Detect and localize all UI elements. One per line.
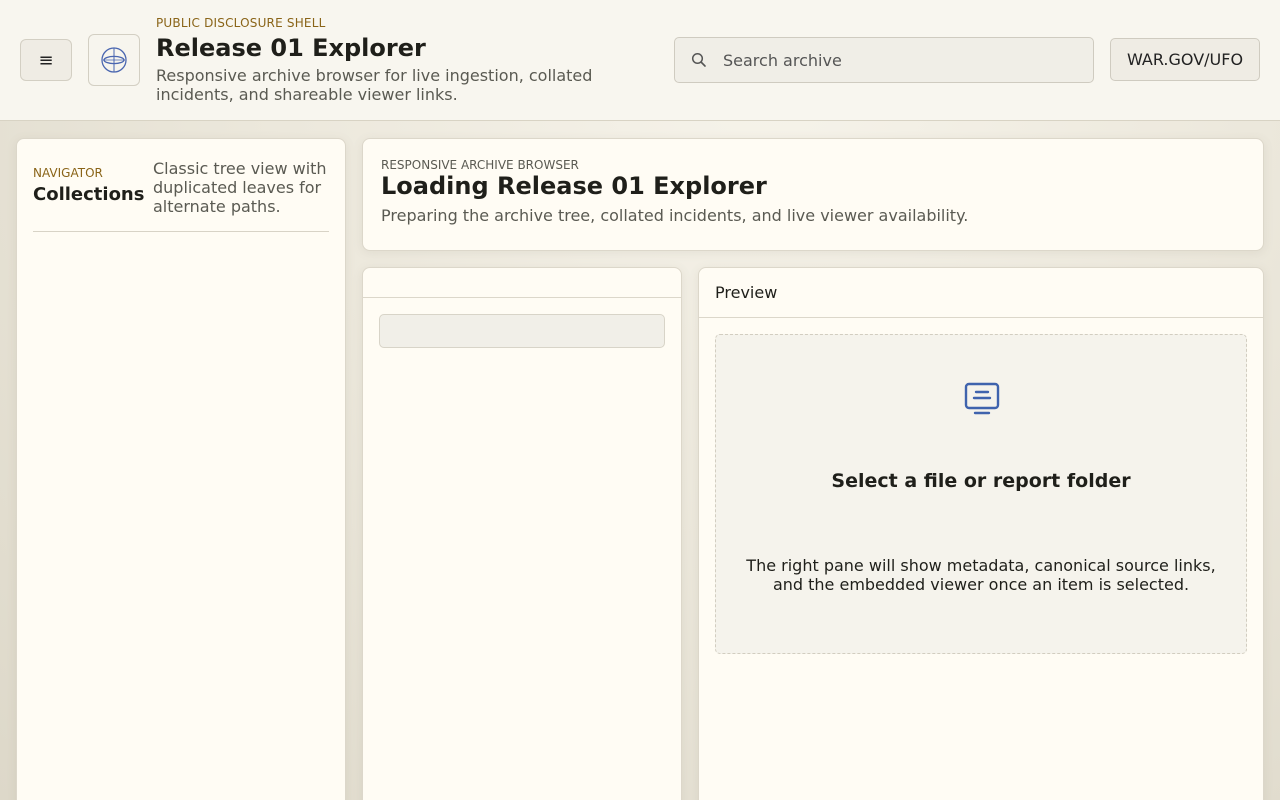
app-subtitle: Responsive archive browser for live inge…: [156, 66, 593, 104]
war-gov-ufo-link-button[interactable]: WAR.GOV/UFO: [1110, 38, 1260, 81]
item-list-panel: [362, 267, 682, 800]
app-title: Release 01 Explorer: [156, 34, 426, 62]
navigator-panel: NAVIGATOR Collections Classic tree view …: [16, 138, 346, 800]
hamburger-icon: ≡: [38, 49, 54, 71]
app-logo[interactable]: [88, 34, 140, 86]
empty-state-title: Select a file or report folder: [831, 470, 1131, 492]
preview-panel: Preview Select a file or report folder T…: [698, 267, 1264, 800]
shell-kicker: PUBLIC DISCLOSURE SHELL: [156, 16, 326, 30]
empty-state-text: The right pane will show metadata, canon…: [746, 556, 1216, 594]
loading-title: Loading Release 01 Explorer: [381, 172, 767, 200]
navigator-title: Collections: [33, 184, 145, 205]
navigator-description: Classic tree view with duplicated leaves…: [153, 159, 327, 216]
search-box[interactable]: [674, 37, 1094, 83]
loading-kicker: RESPONSIVE ARCHIVE BROWSER: [381, 158, 579, 172]
search-icon: [675, 52, 723, 68]
navigator-kicker: NAVIGATOR: [33, 166, 103, 180]
list-header: [363, 268, 681, 298]
monitor-document-icon: [963, 380, 1001, 418]
preview-header: Preview: [699, 268, 1263, 318]
globe-orbit-icon: [101, 47, 127, 73]
navigator-divider: [33, 231, 329, 232]
loading-subtitle: Preparing the archive tree, collated inc…: [381, 206, 969, 225]
list-item-skeleton: [379, 314, 665, 348]
top-bar: ≡ PUBLIC DISCLOSURE SHELL Release 01 Exp…: [0, 0, 1280, 121]
search-input[interactable]: [723, 50, 1083, 70]
loading-card: RESPONSIVE ARCHIVE BROWSER Loading Relea…: [362, 138, 1264, 251]
preview-empty-state: Select a file or report folder The right…: [715, 334, 1247, 654]
menu-button[interactable]: ≡: [20, 39, 72, 81]
